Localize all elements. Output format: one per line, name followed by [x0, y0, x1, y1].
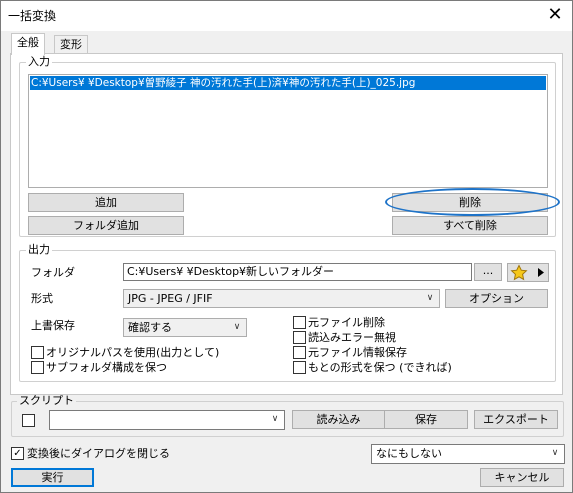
batch-convert-dialog: 一括変換 ✕ 全般 変形 入力 C:¥Users¥ ¥Desktop¥曽野綾子 …	[0, 0, 573, 493]
after-action-value: なにもしない	[376, 447, 442, 460]
overwrite-label: 上書保存	[31, 319, 75, 332]
window-title: 一括変換	[8, 9, 57, 23]
add-folder-button[interactable]: フォルダ追加	[28, 216, 184, 235]
overwrite-value: 確認する	[128, 321, 172, 334]
keep-file-info-label: 元ファイル情報保存	[308, 346, 407, 359]
title-bar: 一括変換 ✕	[1, 1, 572, 31]
keep-original-format-label: もとの形式を保つ (できれば)	[308, 361, 452, 374]
output-folder-field[interactable]: C:¥Users¥ ¥Desktop¥新しいフォルダー	[123, 263, 472, 281]
options-button[interactable]: オプション	[445, 289, 548, 308]
script-group-label: スクリプト	[17, 394, 76, 407]
chevron-down-icon: ∨	[426, 293, 434, 303]
format-dropdown[interactable]: JPG - JPEG / JFIF ∨	[123, 289, 440, 308]
run-button[interactable]: 実行	[11, 468, 94, 487]
save-script-button[interactable]: 保存	[384, 410, 468, 429]
delete-all-button[interactable]: すべて削除	[392, 216, 548, 235]
chevron-down-icon: ∨	[233, 322, 241, 332]
format-label: 形式	[31, 292, 53, 305]
ignore-read-errors-label: 読込みエラー無視	[308, 331, 396, 344]
cancel-button[interactable]: キャンセル	[480, 468, 564, 487]
star-icon	[510, 264, 544, 281]
favorites-button[interactable]	[507, 263, 549, 282]
browse-button[interactable]: ...	[474, 263, 502, 281]
overwrite-dropdown[interactable]: 確認する ∨	[123, 318, 247, 337]
delete-original-checkbox[interactable]	[293, 316, 306, 329]
annotation-highlight-ring	[385, 188, 560, 216]
chevron-down-icon: ∨	[551, 448, 559, 458]
input-file-list[interactable]: C:¥Users¥ ¥Desktop¥曽野綾子 神の汚れた手(上)済¥神の汚れた…	[28, 74, 548, 188]
tab-transform[interactable]: 変形	[54, 35, 88, 55]
script-enable-checkbox[interactable]	[22, 414, 35, 427]
output-group-label: 出力	[26, 243, 52, 256]
input-group-label: 入力	[26, 55, 52, 68]
load-script-button[interactable]: 読み込み	[292, 410, 385, 429]
export-script-button[interactable]: エクスポート	[474, 410, 558, 429]
keep-subfolders-label: サブフォルダ構成を保つ	[46, 361, 167, 374]
after-action-dropdown[interactable]: なにもしない ∨	[371, 444, 565, 464]
format-value: JPG - JPEG / JFIF	[128, 292, 213, 305]
keep-original-format-checkbox[interactable]	[293, 361, 306, 374]
use-original-path-checkbox[interactable]	[31, 346, 44, 359]
close-icon[interactable]: ✕	[538, 1, 572, 29]
list-item[interactable]: C:¥Users¥ ¥Desktop¥曽野綾子 神の汚れた手(上)済¥神の汚れた…	[30, 76, 546, 90]
use-original-path-label: オリジナルパスを使用(出力として)	[46, 346, 220, 359]
chevron-down-icon: ∨	[271, 414, 279, 424]
close-after-convert-label: 変換後にダイアログを閉じる	[27, 447, 170, 460]
add-button[interactable]: 追加	[28, 193, 184, 212]
keep-subfolders-checkbox[interactable]	[31, 361, 44, 374]
delete-original-label: 元ファイル削除	[308, 316, 385, 329]
keep-file-info-checkbox[interactable]	[293, 346, 306, 359]
ignore-read-errors-checkbox[interactable]	[293, 331, 306, 344]
folder-label: フォルダ	[31, 266, 75, 279]
tab-general[interactable]: 全般	[11, 33, 45, 55]
close-after-convert-checkbox[interactable]: ✓	[11, 447, 24, 460]
script-dropdown[interactable]: ∨	[49, 410, 285, 430]
